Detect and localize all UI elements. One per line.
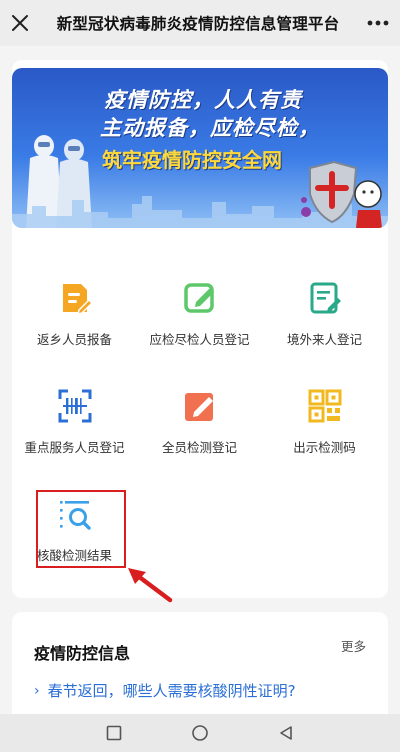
info-section-title: 疫情防控信息 (34, 644, 131, 663)
more-menu-button[interactable] (356, 0, 400, 46)
pen-box-icon (184, 393, 213, 421)
tile-overseas-registration[interactable]: 境外来人登记 (262, 280, 387, 370)
highlight-box (36, 490, 126, 568)
tile-show-test-code[interactable]: 出示检测码 (262, 388, 387, 478)
page-content: 疫情防控，人人有责 主动报备，应检尽检， 筑牢疫情防控安全网 返乡人员报备 应检… (0, 46, 400, 714)
document-edit-icon (62, 284, 93, 316)
title-bar: 新型冠状病毒肺炎疫情防控信息管理平台 (0, 0, 400, 46)
more-link[interactable]: 更多 (341, 636, 366, 655)
tile-label: 境外来人登记 (286, 332, 362, 347)
system-navigation-bar (0, 714, 400, 752)
edit-square-icon (183, 283, 214, 313)
recent-apps-icon (106, 725, 122, 741)
banner-line-1: 疫情防控，人人有责 (104, 87, 302, 112)
banner-line-3: 筑牢疫情防控安全网 (102, 148, 282, 172)
back-icon (280, 726, 292, 740)
close-button[interactable] (0, 0, 40, 46)
banner-image[interactable]: 疫情防控，人人有责 主动报备，应检尽检， 筑牢疫情防控安全网 (12, 68, 388, 228)
scan-icon (58, 389, 91, 423)
info-section: 疫情防控信息 更多 › 春节返回，哪些人需要核酸阴性证明? (12, 612, 388, 714)
banner-line-2: 主动报备，应检尽检， (100, 115, 320, 140)
close-icon (12, 15, 28, 31)
tile-label: 返乡人员报备 (36, 332, 112, 347)
more-dots-icon (367, 20, 389, 26)
tile-label: 全员检测登记 (161, 440, 237, 455)
feature-grid: 返乡人员报备 应检尽检人员登记 境外来人登记 重点服务人员登记 全员检测登记 出… (12, 240, 388, 603)
tile-all-staff-test-registration[interactable]: 全员检测登记 (137, 388, 262, 478)
home-icon (192, 725, 208, 741)
recent-apps-button[interactable] (103, 722, 125, 744)
back-button[interactable] (275, 722, 297, 744)
form-edit-icon (310, 282, 341, 314)
tile-test-registration[interactable]: 应检尽检人员登记 (137, 280, 262, 370)
news-item-text: 春节返回，哪些人需要核酸阴性证明? (47, 682, 296, 700)
shield-virus-illustration (301, 160, 382, 228)
tile-key-service-registration[interactable]: 重点服务人员登记 (12, 388, 137, 478)
home-button[interactable] (189, 722, 211, 744)
page-title: 新型冠状病毒肺炎疫情防控信息管理平台 (56, 15, 340, 33)
tile-return-home-report[interactable]: 返乡人员报备 (12, 280, 137, 370)
news-item[interactable]: › 春节返回，哪些人需要核酸阴性证明? (34, 680, 296, 701)
qr-code-icon (308, 389, 341, 423)
tile-label: 应检尽检人员登记 (149, 332, 250, 347)
arrow-up-left-icon (128, 568, 173, 603)
tile-label: 出示检测码 (293, 440, 356, 455)
chevron-right-icon: › (34, 682, 40, 699)
tile-label: 重点服务人员登记 (24, 440, 125, 455)
